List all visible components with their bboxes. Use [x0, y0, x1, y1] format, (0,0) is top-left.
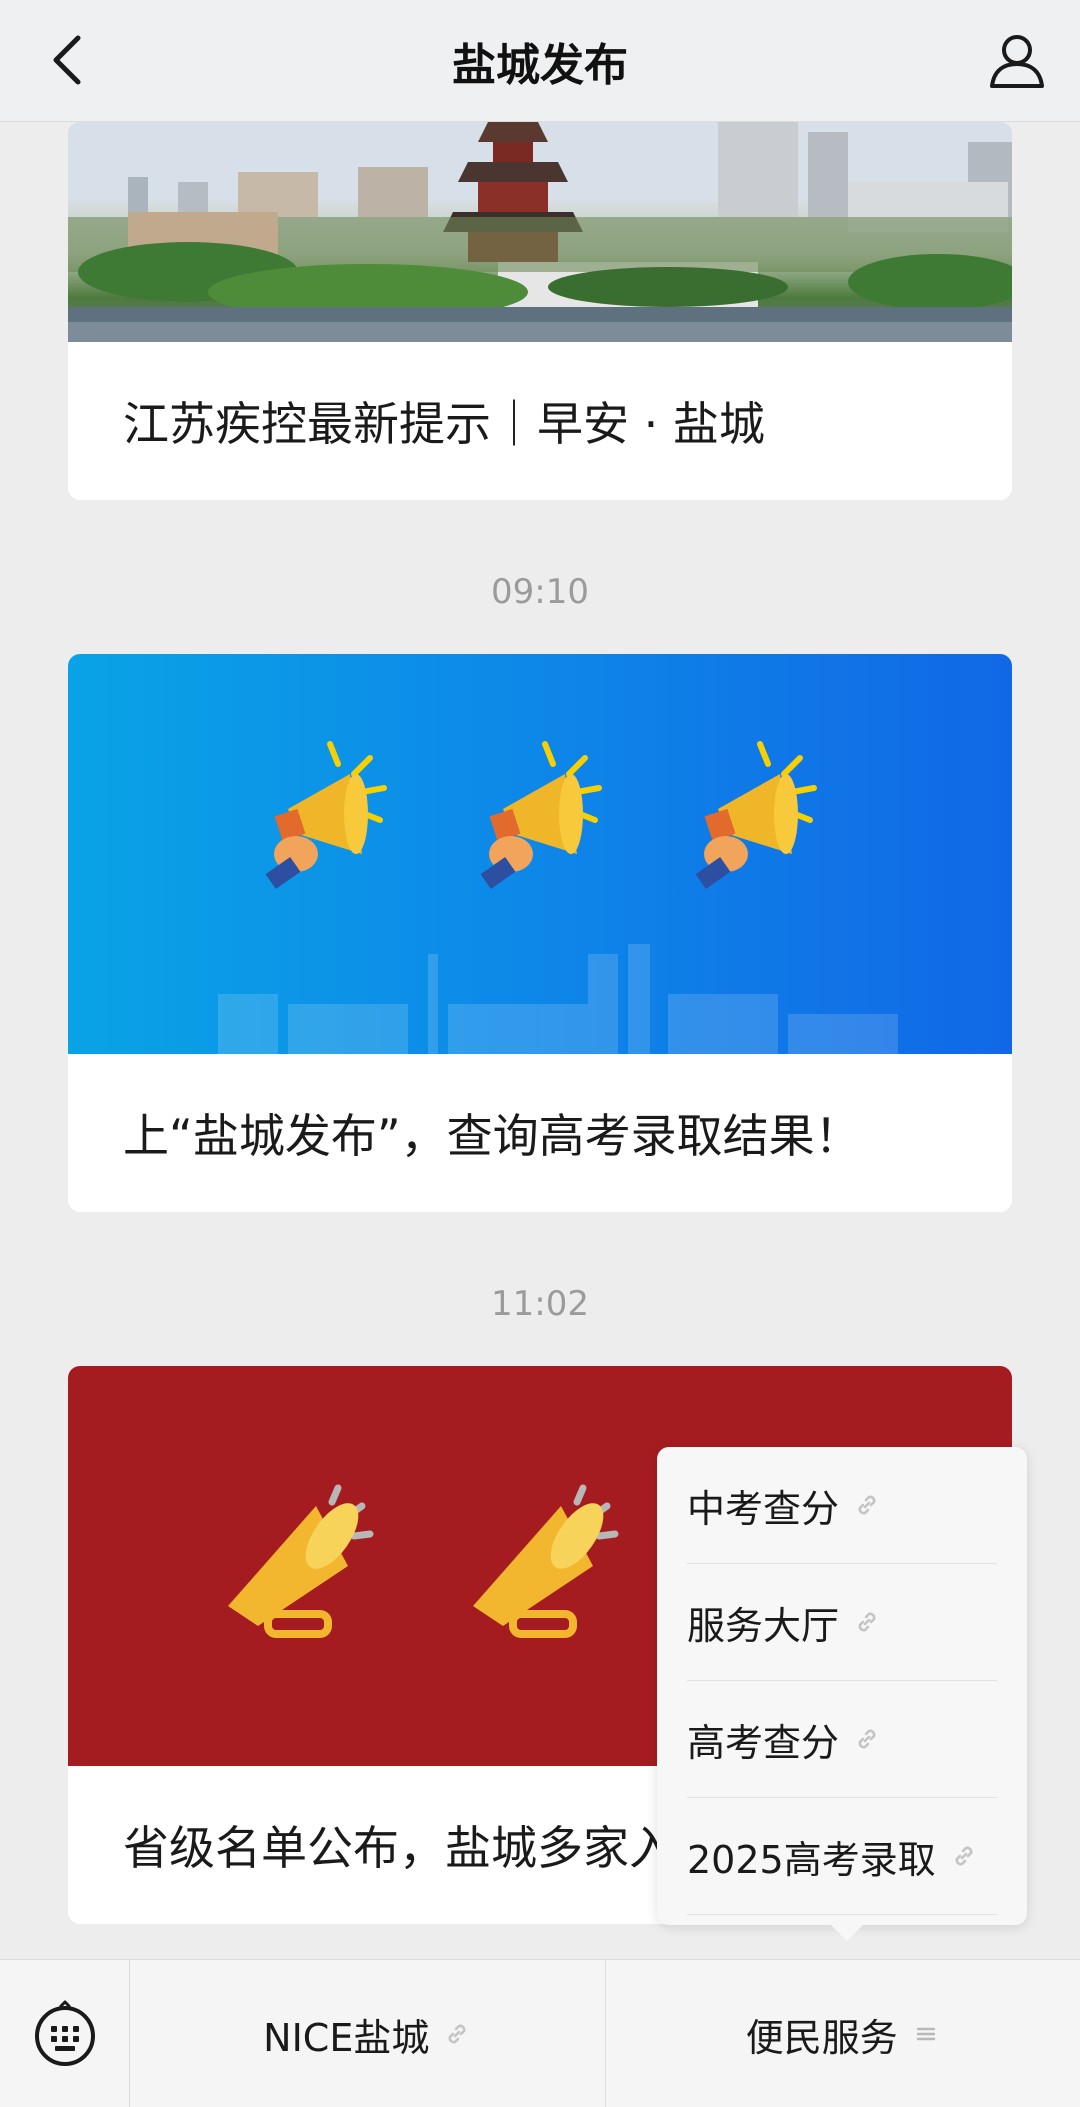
link-icon: [858, 1612, 876, 1632]
message-timestamp: 09:10: [491, 572, 589, 612]
article-cover-image: [68, 654, 1012, 1054]
submenu-item-label: 服务大厅: [687, 1603, 840, 1648]
submenu-item-zhongkao[interactable]: 中考查分: [687, 1447, 997, 1564]
submenu-item-label: 2025高考录取: [687, 1837, 936, 1882]
menu-nice-yancheng[interactable]: NICE盐城: [130, 1960, 605, 2107]
megaphone-icon: [228, 1484, 374, 1638]
submenu-item-label: 高考查分: [687, 1720, 840, 1765]
keyboard-toggle-button[interactable]: [0, 1960, 130, 2107]
profile-button[interactable]: [984, 28, 1050, 94]
link-icon: [448, 2024, 466, 2044]
article-cover-image: [68, 122, 1012, 342]
menu-label: 便民服务: [745, 2015, 898, 2060]
menu-convenience-services[interactable]: 便民服务: [604, 1960, 1080, 2107]
menu-lines-icon: [916, 2027, 935, 2041]
bottom-menu-bar: NICE盐城 便民服务: [0, 1959, 1080, 2107]
megaphone-icon: [480, 741, 602, 889]
link-icon: [858, 1729, 876, 1749]
keyboard-icon: [34, 2000, 95, 2066]
submenu-item-service-hall[interactable]: 服务大厅: [687, 1564, 997, 1681]
message-timestamp: 11:02: [491, 1284, 589, 1324]
service-submenu: 中考查分 服务大厅 高考查分 2025高考录取: [657, 1447, 1027, 1941]
person-icon: [990, 35, 1044, 88]
city-skyline-photo: [68, 122, 1012, 342]
article-title: 江苏疾控最新提示｜早安 · 盐城: [123, 397, 765, 451]
link-icon: [858, 1495, 876, 1515]
megaphone-icon: [473, 1484, 619, 1638]
article-card[interactable]: 上“盐城发布”，查询高考录取结果！: [68, 654, 1012, 1212]
megaphone-icon: [265, 741, 387, 889]
megaphone-icon: [695, 741, 817, 889]
megaphone-banner: [218, 741, 898, 1054]
submenu-pointer: [829, 1923, 865, 1941]
nav-header: 盐城发布: [0, 0, 1080, 122]
article-title: 上“盐城发布”，查询高考录取结果！: [123, 1109, 861, 1163]
article-card[interactable]: 江苏疾控最新提示｜早安 · 盐城: [68, 122, 1012, 500]
page-title: 盐城发布: [452, 40, 628, 91]
link-icon: [955, 1846, 973, 1866]
submenu-item-label: 中考查分: [687, 1486, 840, 1531]
submenu-item-gaokao-admission[interactable]: 2025高考录取: [687, 1798, 997, 1915]
menu-label: NICE盐城: [263, 2015, 430, 2060]
submenu-item-gaokao-score[interactable]: 高考查分: [687, 1681, 997, 1798]
